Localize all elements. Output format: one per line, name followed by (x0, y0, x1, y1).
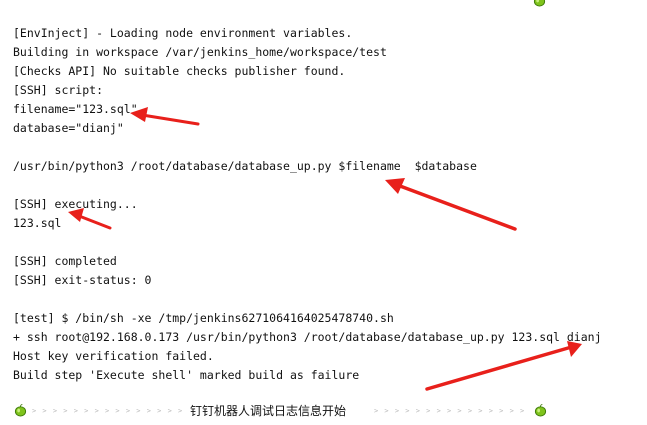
console-line: Build step 'Execute shell' marked build … (13, 368, 360, 382)
console-line: database="dianj" (13, 121, 124, 135)
console-line: [SSH] completed (13, 254, 117, 268)
dingtalk-log-separator: > > > > > > > > > > > > > > > > > > > > … (12, 401, 552, 421)
console-line: + ssh root@192.168.0.173 /usr/bin/python… (13, 330, 602, 344)
separator-title: 钉钉机器人调试日志信息开始 (190, 404, 347, 418)
console-line: [Checks API] No suitable checks publishe… (13, 64, 346, 78)
console-line: Building in workspace /var/jenkins_home/… (13, 45, 387, 59)
arrow-annotation (425, 341, 582, 391)
console-line: /usr/bin/python3 /root/database/database… (13, 159, 477, 173)
apple-icon (14, 404, 27, 417)
console-line: [SSH] exit-status: 0 (13, 273, 152, 287)
console-line: [EnvInject] - Loading node environment v… (13, 26, 353, 40)
console-line: [SSH] script: (13, 83, 104, 97)
console-line: Host key verification failed. (13, 349, 214, 363)
console-line: filename="123.sql" (13, 102, 138, 116)
arrow-annotation (385, 178, 517, 231)
console-line: 123.sql (13, 216, 62, 230)
apple-icon (533, 0, 546, 7)
console-line: [SSH] executing... (13, 197, 138, 211)
separator-dashes-right: > > > > > > > > > > > > > > > > > > > > … (374, 407, 530, 413)
console-line: [test] $ /bin/sh -xe /tmp/jenkins6271064… (13, 311, 394, 325)
apple-icon (534, 404, 547, 417)
arrow-annotation (130, 107, 200, 126)
separator-dashes-left: > > > > > > > > > > > > > > > > > > > > … (32, 407, 186, 413)
